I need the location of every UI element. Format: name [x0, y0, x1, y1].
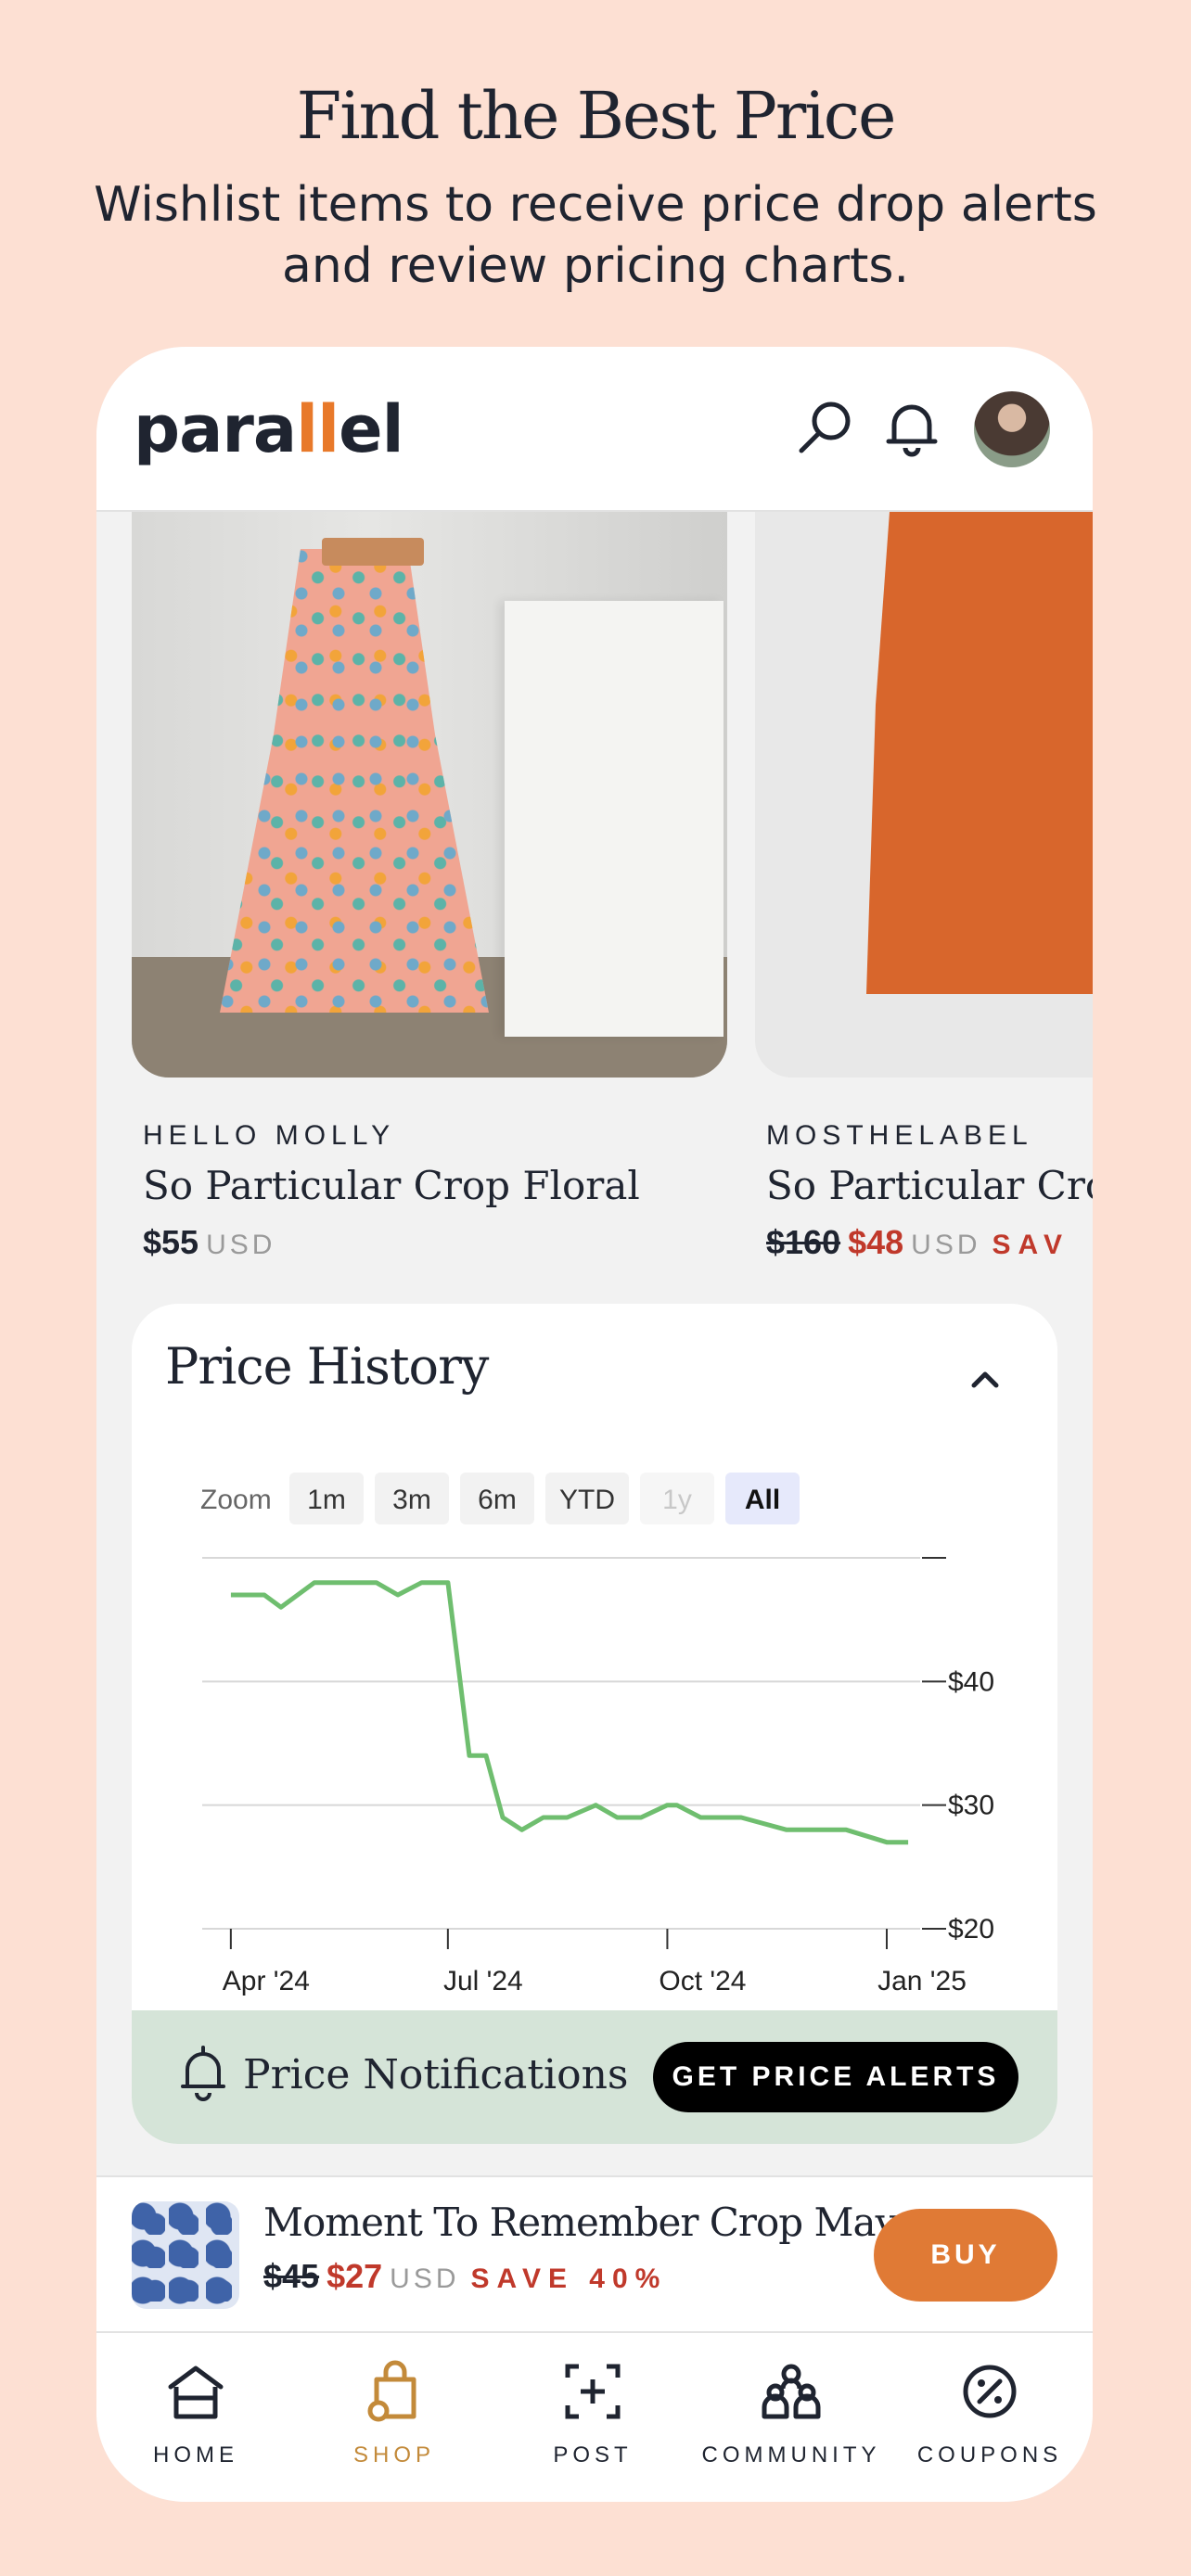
sale-price: $48	[848, 1223, 904, 1261]
product-name: So Particular Crop Floral	[143, 1163, 640, 1208]
svg-text:1y: 1y	[662, 1485, 692, 1515]
nav-label: COUPONS	[916, 2442, 1063, 2468]
product-carousel[interactable]: HELLO MOLLY So Particular Crop Floral $5…	[96, 512, 1093, 1272]
community-icon	[762, 2364, 821, 2419]
svg-text:6m: 6m	[478, 1485, 517, 1515]
chevron-up-icon[interactable]	[967, 1359, 1004, 1396]
y-tick-label: $30	[948, 1791, 994, 1821]
svg-text:1m: 1m	[307, 1485, 346, 1515]
product-card[interactable]: MOSTHELABEL So Particular Crop $160$48US…	[766, 1120, 1093, 1262]
product-brand: HELLO MOLLY	[143, 1120, 396, 1151]
product-card[interactable]: HELLO MOLLY So Particular Crop Floral $5…	[143, 1120, 640, 1262]
nav-label: SHOP	[352, 2442, 435, 2468]
zoom-option-1m[interactable]: 1m	[289, 1473, 364, 1524]
nav-community[interactable]: COMMUNITY	[692, 2359, 890, 2468]
get-price-alerts-button[interactable]: GET PRICE ALERTS	[653, 2042, 1018, 2112]
x-tick-label: Oct '24	[659, 1966, 746, 1996]
promo-subtitle: Wishlist items to receive price drop ale…	[94, 177, 1097, 294]
svg-text:YTD: YTD	[559, 1485, 615, 1515]
save-badge: SAV	[992, 1230, 1069, 1260]
bell-icon	[181, 2046, 225, 2101]
currency-label: USD	[390, 2264, 460, 2294]
product-name: So Particular Crop	[766, 1163, 1093, 1208]
nav-home[interactable]: HOME	[96, 2359, 295, 2468]
phone-screen: parallel HELLO MOLLY So Particular Crop …	[96, 347, 1093, 2502]
search-icon[interactable]	[794, 397, 855, 458]
buy-bar: Moment To Remember Crop May... $45 $27 USD…	[96, 2175, 1093, 2331]
original-price: $45	[263, 2257, 320, 2295]
currency-label: USD	[206, 1230, 276, 1260]
x-tick-label: Jul '24	[443, 1966, 523, 1996]
price-notifications-bar: Price Notifications GET PRICE ALERTS	[132, 2010, 1057, 2144]
nav-post[interactable]: POST	[493, 2359, 692, 2468]
svg-text:All: All	[745, 1485, 780, 1515]
price-history-card: Price History Zoom 1m 3m 6m YTD 1y All $20 $30…	[132, 1304, 1057, 2144]
zoom-option-3m[interactable]: 3m	[375, 1473, 449, 1524]
product-price: $55	[143, 1223, 199, 1261]
zoom-option-6m[interactable]: 6m	[460, 1473, 534, 1524]
y-tick-label: $40	[948, 1666, 994, 1697]
nav-label: COMMUNITY	[701, 2442, 881, 2468]
zoom-option-ytd[interactable]: YTD	[545, 1473, 629, 1524]
product-image[interactable]	[755, 512, 1093, 1078]
product-brand: MOSTHELABEL	[766, 1120, 1033, 1151]
shop-icon	[367, 2360, 416, 2422]
nav-shop[interactable]: SHOP	[295, 2359, 493, 2468]
svg-text:3m: 3m	[392, 1485, 431, 1515]
price-notifications-label: Price Notifications	[243, 2051, 629, 2098]
promo-title: Find the Best Price	[296, 78, 897, 154]
product-thumbnail[interactable]	[132, 2201, 239, 2309]
x-tick-label: Apr '24	[223, 1966, 310, 1996]
buy-button[interactable]: BUY	[874, 2209, 1057, 2302]
bell-icon[interactable]	[881, 397, 942, 458]
sale-price: $27	[327, 2257, 383, 2295]
nav-label: POST	[553, 2442, 633, 2468]
x-tick-label: Jan '25	[877, 1966, 967, 1996]
nav-coupons[interactable]: COUPONS	[890, 2359, 1089, 2468]
currency-label: USD	[911, 1230, 981, 1260]
product-image[interactable]	[132, 512, 727, 1078]
top-bar: parallel	[96, 347, 1093, 512]
avatar[interactable]	[974, 391, 1050, 467]
original-price: $160	[766, 1223, 841, 1261]
home-icon	[168, 2366, 224, 2419]
buy-product-name: Moment To Remember Crop May...	[263, 2200, 927, 2245]
price-history-title: Price History	[165, 1337, 489, 1396]
coupons-icon	[963, 2365, 1017, 2418]
price-line-series	[230, 1580, 909, 1845]
zoom-option-1y[interactable]: 1y	[640, 1473, 714, 1524]
y-tick-label: $20	[948, 1914, 994, 1945]
nav-label: HOME	[153, 2442, 238, 2468]
post-icon	[565, 2364, 621, 2419]
bottom-nav: HOME SHOP POST COMMUNITY COUPONS	[96, 2331, 1093, 2502]
app-logo[interactable]: parallel	[134, 391, 404, 467]
zoom-option-all[interactable]: All	[725, 1473, 800, 1524]
save-badge: SAVE 40%	[470, 2264, 668, 2294]
zoom-label: Zoom	[200, 1485, 272, 1515]
price-chart: Zoom 1m 3m 6m YTD 1y All $20 $30 $40 Apr '24 Jul…	[200, 1473, 994, 1996]
